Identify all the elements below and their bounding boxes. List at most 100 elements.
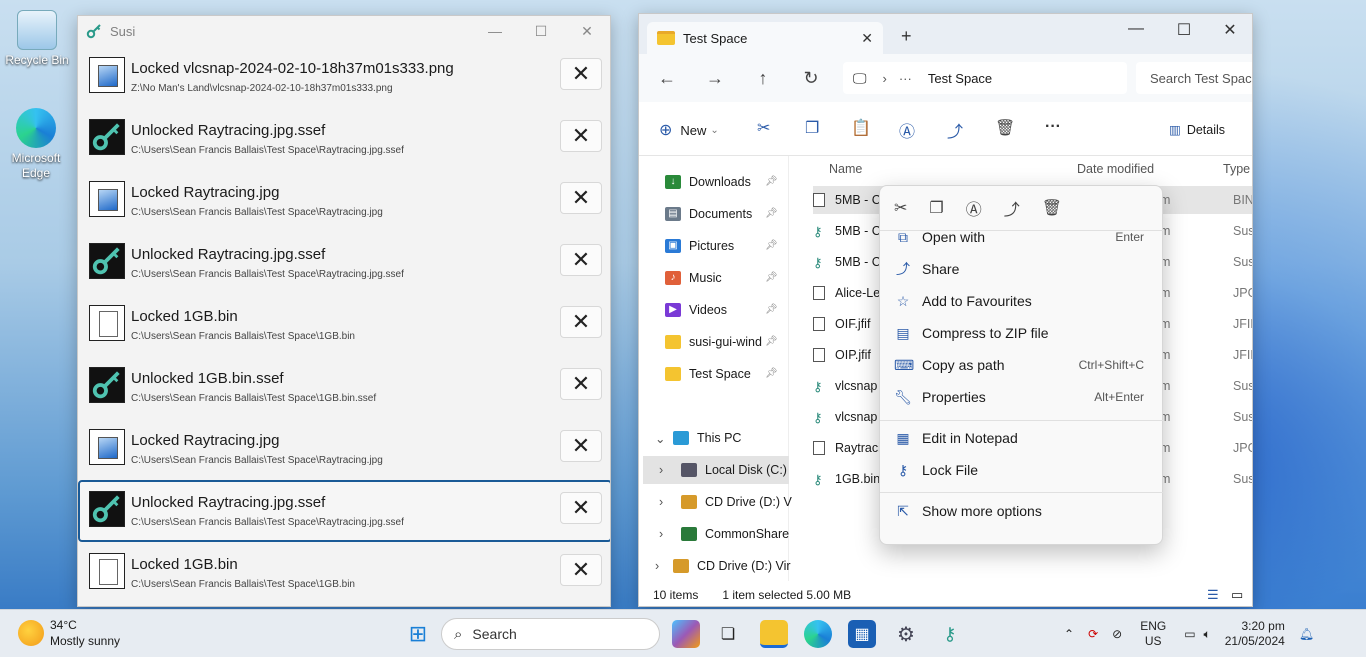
chevron-down-icon[interactable]: ⌄ xyxy=(655,431,665,446)
search-input[interactable]: Search Test Space xyxy=(1136,62,1252,94)
weather-temp[interactable]: 34°C xyxy=(50,618,77,632)
display-icon[interactable]: ▭ xyxy=(1184,627,1195,641)
close-window-button[interactable]: ✕ xyxy=(564,16,610,46)
pin-icon[interactable]: 📌︎ xyxy=(765,304,778,315)
minimize-button[interactable]: — xyxy=(1113,20,1159,38)
susi-key-taskbar-icon[interactable]: ⚷ xyxy=(936,620,964,648)
context-item[interactable]: ⤴ Share xyxy=(886,254,1158,284)
sidebar-item[interactable]: susi-gui-wind xyxy=(665,328,762,356)
sidebar-item[interactable]: ▶ Videos xyxy=(665,296,727,324)
recycle-bin-shortcut[interactable]: Recycle Bin xyxy=(1,10,73,68)
pin-icon[interactable]: 📌︎ xyxy=(765,272,778,283)
operation-row[interactable]: Locked Raytracing.jpg C:\Users\Sean Franc… xyxy=(78,170,610,232)
maximize-button[interactable]: ☐ xyxy=(518,16,564,46)
rename-icon[interactable]: Ⓐ xyxy=(966,196,982,220)
sync-icon[interactable]: ⟳ xyxy=(1088,627,1098,641)
chevron-right-icon[interactable]: › xyxy=(655,559,659,573)
copy-icon[interactable]: ❐ xyxy=(929,198,943,218)
tab-test-space[interactable]: Test Space ✕ xyxy=(647,22,883,54)
pin-icon[interactable]: 📌︎ xyxy=(765,208,778,219)
chevron-right-icon[interactable]: › xyxy=(659,463,663,477)
task-view-icon[interactable]: ❏ xyxy=(714,620,742,648)
sidebar-item[interactable]: ▤ Documents xyxy=(665,200,752,228)
sidebar-item[interactable]: › CD Drive (D:) V xyxy=(659,488,792,516)
chevron-right-icon[interactable]: › xyxy=(659,495,663,509)
column-name[interactable]: Name xyxy=(829,162,862,176)
context-item[interactable]: ⇱ Show more options xyxy=(886,496,1158,526)
language-indicator[interactable]: ENG US xyxy=(1140,619,1166,649)
sidebar-item[interactable]: ♪ Music xyxy=(665,264,722,292)
context-item[interactable]: ⌨ Copy as path Ctrl+Shift+C xyxy=(886,350,1158,380)
pin-icon[interactable]: 📌︎ xyxy=(765,336,778,347)
notification-bell-icon[interactable]: 🔔︎ xyxy=(1299,627,1314,641)
breadcrumb[interactable]: Test Space xyxy=(928,71,992,86)
more-options-icon[interactable]: ··· xyxy=(1045,118,1061,136)
operation-row[interactable]: Unlocked Raytracing.jpg.ssef C:\Users\Sea… xyxy=(78,232,610,294)
share-icon[interactable]: ⤴ xyxy=(947,118,963,142)
operation-row[interactable]: Locked vlcsnap-2024-02-10-18h37m01s333.p… xyxy=(78,46,610,108)
more-icon[interactable]: ··· xyxy=(899,71,912,86)
column-date-modified[interactable]: Date modified xyxy=(1077,162,1154,176)
details-view-icon[interactable]: ☰ xyxy=(1207,587,1219,603)
new-button[interactable]: ⊕ New ⌄ xyxy=(659,120,719,140)
edge-shortcut[interactable]: Microsoft Edge xyxy=(0,108,72,181)
back-arrow-icon[interactable]: ← xyxy=(643,68,691,89)
pin-icon[interactable]: 📌︎ xyxy=(765,240,778,251)
clock[interactable]: 3:20 pm 21/05/2024 xyxy=(1225,619,1285,649)
cut-icon[interactable]: ✂ xyxy=(894,198,907,218)
context-item[interactable]: ☆ Add to Favourites xyxy=(886,286,1158,316)
dismiss-button[interactable]: ✕ xyxy=(560,430,602,462)
context-item[interactable]: ▤ Compress to ZIP file xyxy=(886,318,1158,348)
operation-row[interactable]: Locked 1GB.bin C:\Users\Sean Francis Ball… xyxy=(78,542,610,604)
pin-icon[interactable]: 📌︎ xyxy=(765,368,778,379)
sun-icon[interactable] xyxy=(18,620,44,646)
sidebar-item[interactable]: ▣ Pictures xyxy=(665,232,734,260)
dismiss-button[interactable]: ✕ xyxy=(560,58,602,90)
start-windows-icon[interactable]: ⊞ xyxy=(404,620,432,648)
taskbar-search[interactable]: ⌕ Search xyxy=(441,618,660,650)
maximize-button[interactable]: ☐ xyxy=(1161,20,1207,40)
cut-icon[interactable]: ✂ xyxy=(757,118,770,138)
delete-icon[interactable]: 🗑 xyxy=(995,118,1015,138)
rename-icon[interactable]: Ⓐ xyxy=(899,118,915,142)
context-item[interactable]: ⚷ Lock File xyxy=(886,455,1158,485)
context-item[interactable]: ▦ Edit in Notepad xyxy=(886,423,1158,453)
minimize-button[interactable]: — xyxy=(472,16,518,46)
dismiss-button[interactable]: ✕ xyxy=(560,554,602,586)
dismiss-button[interactable]: ✕ xyxy=(560,244,602,276)
dismiss-button[interactable]: ✕ xyxy=(560,120,602,152)
forward-arrow-icon[interactable]: → xyxy=(691,68,739,89)
sidebar-item[interactable]: › Local Disk (C:) xyxy=(643,456,789,484)
operation-row[interactable]: Unlocked Raytracing.jpg.ssef C:\Users\Sea… xyxy=(78,480,610,542)
settings-gear-icon[interactable]: ⚙ xyxy=(892,620,920,648)
column-type[interactable]: Type xyxy=(1223,162,1250,176)
dismiss-button[interactable]: ✕ xyxy=(560,306,602,338)
operation-row[interactable]: Locked 1GB.bin C:\Users\Sean Francis Ball… xyxy=(78,294,610,356)
tiles-view-icon[interactable]: ▭ xyxy=(1231,587,1243,603)
volume-icon[interactable]: 🔈︎ xyxy=(1204,627,1211,642)
susi-title-bar[interactable]: Susi — ☐ ✕ xyxy=(78,16,610,46)
sidebar-item[interactable]: ↓ Downloads xyxy=(665,168,751,196)
refresh-icon[interactable]: ↻ xyxy=(787,68,835,89)
operation-row[interactable]: Unlocked 1GB.bin.ssef C:\Users\Sean Franc… xyxy=(78,356,610,418)
up-arrow-icon[interactable]: ↑ xyxy=(739,68,787,89)
weather-desc[interactable]: Mostly sunny xyxy=(50,634,120,648)
edge-taskbar-icon[interactable] xyxy=(804,620,832,648)
delete-icon[interactable]: 🗑 xyxy=(1042,198,1062,218)
operation-row[interactable]: Locked Raytracing.jpg C:\Users\Sean Franc… xyxy=(78,418,610,480)
tab-close-icon[interactable]: ✕ xyxy=(861,30,873,47)
copilot-icon[interactable] xyxy=(672,620,700,648)
sidebar-item[interactable]: ⌄ This PC xyxy=(655,424,741,452)
sidebar-item[interactable]: › CommonShare xyxy=(659,520,789,548)
network-off-icon[interactable]: ⊘ xyxy=(1112,627,1122,641)
share-icon[interactable]: ⤴ xyxy=(1004,196,1020,220)
dismiss-button[interactable]: ✕ xyxy=(560,492,602,524)
operation-row[interactable]: Unlocked Raytracing.jpg.ssef C:\Users\Sea… xyxy=(78,108,610,170)
details-button[interactable]: ▥ Details xyxy=(1169,122,1225,138)
dismiss-button[interactable]: ✕ xyxy=(560,182,602,214)
new-tab-button[interactable]: + xyxy=(901,26,912,47)
sidebar-item[interactable]: › CD Drive (D:) Vir xyxy=(655,552,791,580)
address-bar[interactable]: 🖵 › ··· Test Space xyxy=(843,62,1127,94)
dismiss-button[interactable]: ✕ xyxy=(560,368,602,400)
file-explorer-taskbar-icon[interactable] xyxy=(760,620,788,648)
